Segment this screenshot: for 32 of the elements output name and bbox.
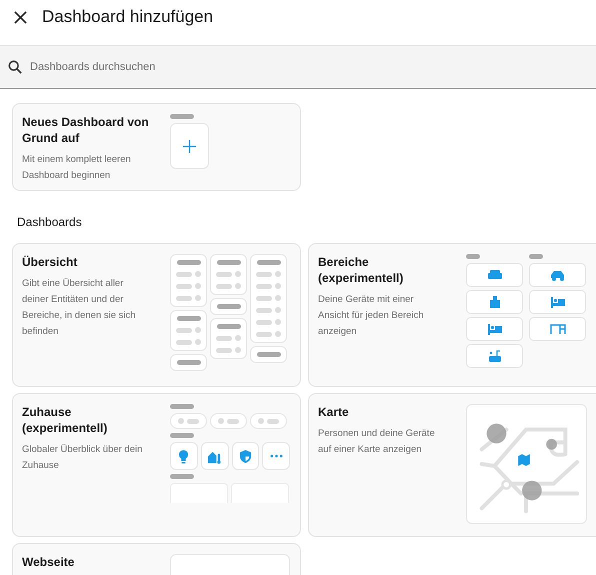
dashboard-card[interactable]: Webseite — [12, 543, 301, 575]
dashboard-card[interactable]: Übersicht Gibt eine Übersicht aller deiner Entitäten und der Bereiche, in denen sie sich befinden — [12, 243, 301, 387]
section-heading: Dashboards — [17, 215, 83, 229]
card-title: Übersicht — [22, 254, 78, 270]
search-icon — [8, 60, 22, 74]
bathtub-icon — [486, 350, 502, 362]
desk-icon — [550, 323, 566, 335]
lightbulb-icon — [178, 448, 190, 464]
card-description: Deine Geräte mit einer Ansicht für jeden Bereich anzeigen — [318, 293, 425, 339]
shield-icon — [238, 448, 252, 464]
car-icon — [550, 269, 566, 281]
card-title: Neues Dashboard von Grund auf — [22, 114, 150, 146]
dashboard-card[interactable]: Karte Personen und deine Geräte auf einer Karte anzeigen — [308, 393, 596, 537]
plus-icon — [183, 140, 196, 152]
close-icon[interactable] — [14, 10, 27, 24]
card-description: Personen und deine Geräte auf einer Karte anzeigen — [318, 427, 436, 457]
card-description: Globaler Überblick über dein Zuhause — [22, 443, 144, 473]
search-field[interactable]: Dashboards durchsuchen — [0, 45, 596, 89]
bed-icon — [486, 323, 502, 335]
card-description: Mit einem komplett leeren Dashboard beginnen — [22, 153, 132, 183]
card-description: Gibt eine Übersicht aller deiner Entitäten und der Bereiche, in denen sie sich befinden — [22, 277, 137, 339]
more-icon — [270, 454, 283, 458]
card-title: Zuhause (experimentell) — [22, 404, 108, 436]
dialog-title: Dashboard hinzufügen — [42, 7, 214, 27]
sofa-icon — [486, 269, 502, 281]
new-dashboard-card[interactable]: Neues Dashboard von Grund auf Mit einem komplett leeren Dashboard beginnen — [12, 103, 301, 191]
card-title: Webseite — [22, 554, 76, 570]
bed-icon — [550, 296, 566, 308]
card-title: Bereiche (experimentell) — [318, 254, 404, 286]
card-title: Karte — [318, 404, 350, 420]
dashboard-card[interactable]: Bereiche (experimentell) Deine Geräte mit einer Ansicht für jeden Bereich anzeigen — [308, 243, 596, 387]
dashboard-card[interactable]: Zuhause (experimentell) Globaler Überblick über dein Zuhause — [12, 393, 301, 537]
